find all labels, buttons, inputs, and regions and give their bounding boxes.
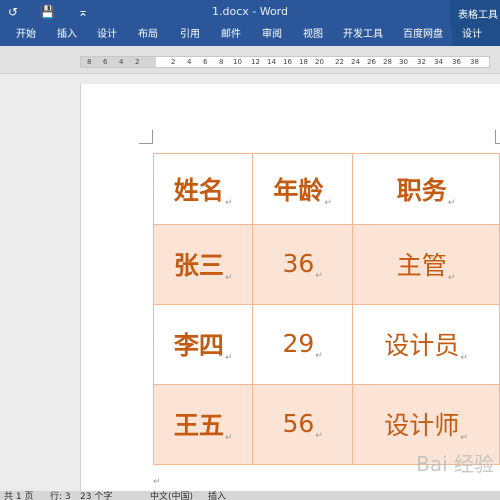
status-language[interactable]: 中文(中国) <box>150 491 193 500</box>
cell-name: 张三 <box>173 251 224 280</box>
ruler-area: 8 6 4 2 2 4 6 8 10 12 14 16 18 20 22 24 … <box>0 46 500 74</box>
ruler-number: 6 <box>203 58 208 66</box>
ruler-number: 36 <box>452 58 461 66</box>
tab-mailings[interactable]: 邮件 <box>221 25 241 46</box>
tab-references[interactable]: 引用 <box>180 25 200 46</box>
table-tools-context-label: 表格工具 <box>450 0 500 25</box>
ruler-number: 18 <box>299 58 308 66</box>
status-bar: 共 1 页 行: 3 23 个字 中文(中国) 插入 <box>0 491 500 500</box>
horizontal-ruler[interactable]: 8 6 4 2 2 4 6 8 10 12 14 16 18 20 22 24 … <box>80 56 490 68</box>
table-cell[interactable]: 年龄↵ <box>252 153 353 225</box>
ruler-number: 16 <box>283 58 292 66</box>
baidu-watermark: Bai 经验 <box>416 452 494 476</box>
ruler-number: 8 <box>219 58 224 66</box>
status-word-count[interactable]: 23 个字 <box>80 491 112 500</box>
table-cell[interactable]: 主管↵ <box>351 224 500 305</box>
ruler-number: 2 <box>171 58 176 66</box>
ribbon-tab-bar: 开始 插入 设计 布局 引用 邮件 审阅 视图 开发工具 百度网盘 设计 <box>0 25 500 46</box>
ruler-number: 4 <box>119 58 124 66</box>
ruler-number: 34 <box>434 58 443 66</box>
ruler-number: 4 <box>187 58 192 66</box>
table-cell[interactable]: 王五↵ <box>152 384 254 465</box>
cell-age: 29 <box>282 328 315 358</box>
crop-mark-top-right <box>495 130 500 144</box>
ruler-number: 22 <box>335 58 344 66</box>
table-cell[interactable]: 56↵ <box>252 384 353 465</box>
ruler-number: 20 <box>315 58 324 66</box>
paragraph-mark-icon: ↵ <box>224 273 233 283</box>
paragraph-mark-icon: ↵ <box>324 197 332 208</box>
paragraph-mark-icon: ↵ <box>460 353 468 363</box>
paragraph-mark-icon: ↵ <box>447 273 456 283</box>
tab-design[interactable]: 设计 <box>97 25 117 46</box>
ruler-number: 6 <box>103 58 108 66</box>
document-title: 1.docx - Word <box>211 5 288 18</box>
cell-name: 王五 <box>173 411 224 440</box>
ruler-number: 32 <box>417 58 426 66</box>
word-table[interactable]: 姓名↵ 年龄↵ 职务↵ 张三↵ 36↵ 主管↵ 李四↵ 29↵ 设计员↵ 王五↵… <box>152 153 500 465</box>
tab-layout[interactable]: 布局 <box>138 25 158 46</box>
table-header-row: 姓名↵ 年龄↵ 职务↵ <box>152 153 500 225</box>
ruler-number: 10 <box>233 58 242 66</box>
cell-age: 56 <box>282 408 315 438</box>
table-cell[interactable]: 李四↵ <box>152 304 254 385</box>
cell-age: 36 <box>282 248 315 278</box>
paragraph-mark-icon: ↵ <box>224 433 233 443</box>
header-name: 姓名 <box>173 175 224 205</box>
tab-table-design[interactable]: 设计 <box>452 25 500 46</box>
tab-insert[interactable]: 插入 <box>57 25 77 46</box>
table-row: 李四↵ 29↵ 设计员↵ <box>152 304 500 385</box>
paragraph-mark-icon: ↵ <box>315 350 323 361</box>
table-row: 张三↵ 36↵ 主管↵ <box>152 224 500 305</box>
tab-baidu-netdisk[interactable]: 百度网盘 <box>403 25 443 46</box>
header-position: 职务 <box>396 175 447 205</box>
table-cell[interactable]: 29↵ <box>252 304 353 385</box>
table-cell[interactable]: 36↵ <box>252 224 353 305</box>
cell-position: 设计员 <box>384 331 460 360</box>
paragraph-mark-icon: ↵ <box>224 197 233 208</box>
ruler-number: 38 <box>470 58 479 66</box>
status-insert-mode[interactable]: 插入 <box>208 491 226 500</box>
crop-mark-top-left <box>139 130 153 144</box>
document-page[interactable]: 姓名↵ 年龄↵ 职务↵ 张三↵ 36↵ 主管↵ 李四↵ 29↵ 设计员↵ 王五↵… <box>80 84 500 494</box>
paragraph-mark-icon: ↵ <box>315 270 323 281</box>
paragraph-mark-icon: ↵ <box>315 430 323 441</box>
header-age: 年龄 <box>273 175 324 205</box>
table-cell[interactable]: 张三↵ <box>152 224 254 305</box>
ruler-number: 26 <box>367 58 376 66</box>
tab-developer[interactable]: 开发工具 <box>343 25 383 46</box>
table-cell[interactable]: 设计员↵ <box>351 304 500 385</box>
status-line: 行: 3 <box>50 492 71 500</box>
cell-position: 主管 <box>396 251 447 280</box>
paragraph-mark-icon: ↵ <box>460 433 468 443</box>
ruler-number: 2 <box>135 58 140 66</box>
title-bar: ↺ 💾 ⌅ 1.docx - Word 表格工具 <box>0 0 500 25</box>
table-cell[interactable]: 姓名↵ <box>152 153 254 225</box>
ruler-number: 8 <box>87 58 92 66</box>
ruler-number: 12 <box>251 58 260 66</box>
tab-home[interactable]: 开始 <box>16 25 36 46</box>
paragraph-mark-icon: ↵ <box>224 353 233 363</box>
tab-review[interactable]: 审阅 <box>262 25 282 46</box>
paragraph-mark-icon: ↵ <box>447 197 456 208</box>
cell-name: 李四 <box>173 331 224 360</box>
cell-position: 设计师 <box>384 411 460 440</box>
ruler-number: 30 <box>399 58 408 66</box>
ruler-number: 24 <box>351 58 360 66</box>
ruler-number: 28 <box>383 58 392 66</box>
table-cell[interactable]: 职务↵ <box>351 153 500 225</box>
ruler-number: 14 <box>267 58 276 66</box>
tab-view[interactable]: 视图 <box>303 25 323 46</box>
paragraph-mark-icon: ↵ <box>153 477 161 487</box>
status-page-count[interactable]: 共 1 页 <box>4 491 33 500</box>
